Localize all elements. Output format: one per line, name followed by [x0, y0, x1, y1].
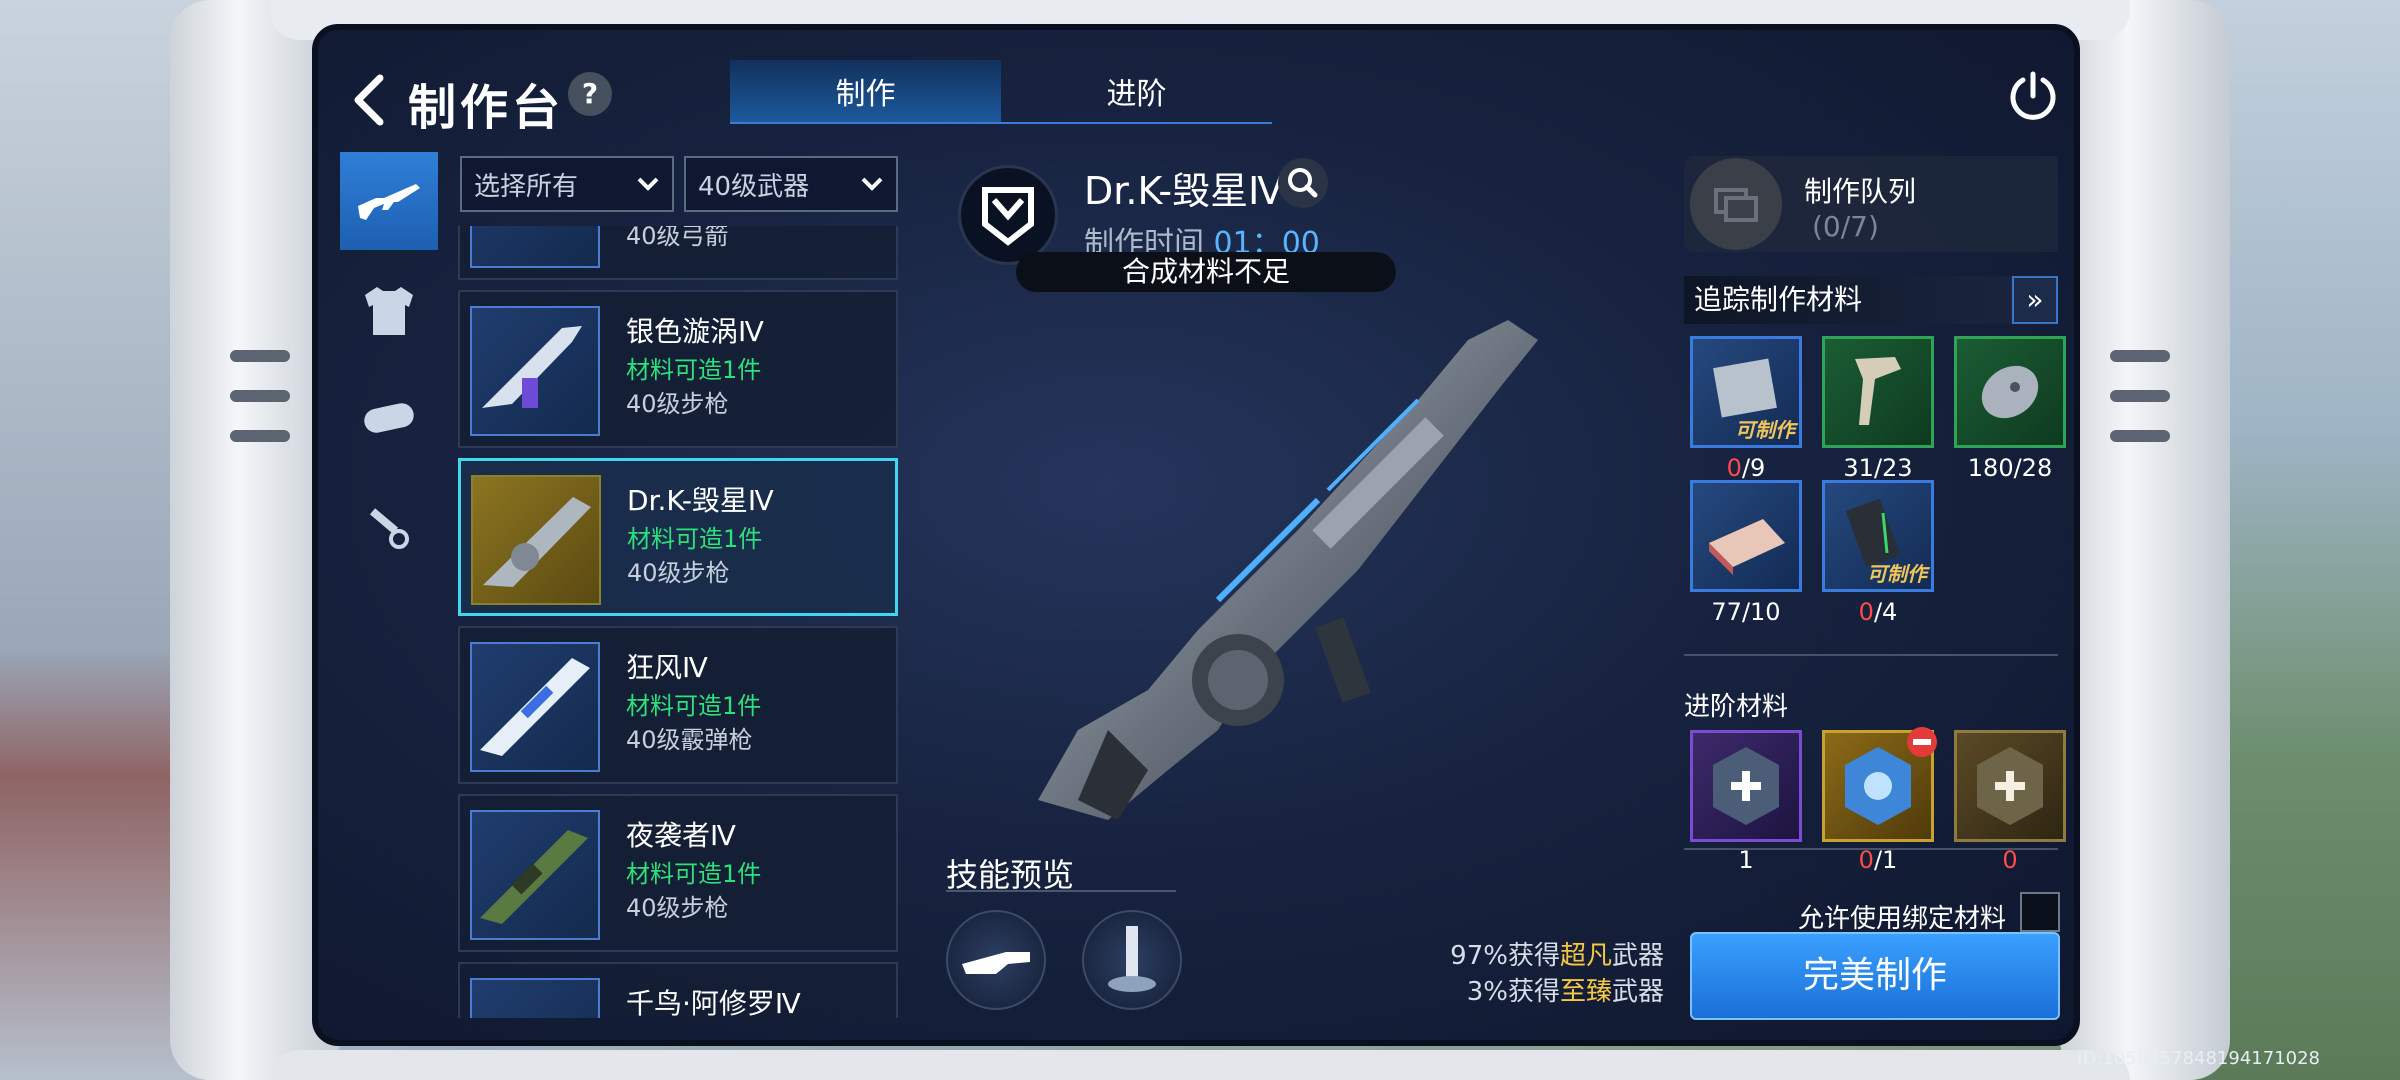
divider — [946, 890, 1176, 892]
user-id: ID:1058457848194171028 — [2077, 1048, 2320, 1069]
item-level: 40级弓箭 — [626, 226, 729, 250]
crafting-queue[interactable]: 制作队列 (0/7) — [1684, 156, 2058, 252]
power-icon[interactable] — [2006, 68, 2060, 122]
allow-bound-materials-checkbox[interactable] — [2020, 892, 2060, 932]
tab-craft[interactable]: 制作 — [730, 60, 1001, 122]
armor-icon — [365, 287, 413, 335]
queue-icon — [1690, 158, 1782, 250]
parts-icon — [369, 508, 409, 549]
category-weapons[interactable] — [340, 152, 438, 250]
material-count: 180/28 — [1967, 454, 2053, 482]
list-item[interactable]: 40级弓箭 — [458, 226, 898, 280]
material-count: 31/23 — [1843, 454, 1913, 482]
material-slot[interactable]: 可制作 — [1690, 336, 1802, 448]
category-parts[interactable] — [340, 476, 438, 574]
scroll-icon — [364, 403, 414, 433]
frame-bottom — [270, 1050, 2130, 1080]
faction-emblem-icon — [958, 165, 1058, 265]
perfect-craft-button[interactable]: 完美制作 — [1690, 932, 2060, 1020]
material-count: 0/1 — [1858, 846, 1898, 874]
crafting-panel: 制作台 ? 制作 进阶 选择所有 40级武器 40级弓箭 银色漩涡Ⅳ 材料可造1… — [312, 24, 2080, 1046]
quality-probability: 97%获得超凡武器 3%获得至臻武器 — [1450, 938, 1664, 1010]
rifle-thumbnail — [470, 306, 600, 436]
help-icon[interactable]: ? — [568, 72, 612, 116]
rifle-thumbnail — [470, 810, 600, 940]
list-item[interactable]: 狂风Ⅳ 材料可造1件 40级霰弹枪 — [458, 626, 898, 784]
rifle-thumbnail — [470, 978, 600, 1018]
advanced-materials-title: 进阶材料 — [1684, 692, 1789, 722]
advance-material-slot[interactable] — [1690, 730, 1802, 842]
material-count: 1 — [1738, 846, 1754, 874]
item-name: 银色漩涡Ⅳ — [626, 315, 764, 348]
material-count: 0/4 — [1858, 598, 1898, 626]
advance-material-slot[interactable] — [1822, 727, 1937, 842]
queue-count: (0/7) — [1812, 210, 1879, 243]
type-filter-value: 选择所有 — [474, 171, 579, 202]
advance-material-slot[interactable] — [1954, 730, 2066, 842]
chevron-down-icon — [861, 177, 883, 191]
craftable-tag: 可制作 — [1867, 562, 1927, 586]
allow-bound-materials-label: 允许使用绑定材料 — [1798, 904, 2007, 934]
page-title: 制作台 — [408, 80, 565, 136]
level-filter-value: 40级武器 — [698, 171, 810, 202]
list-item-selected[interactable]: Dr.K-毁星Ⅳ 材料可造1件 40级步枪 — [458, 458, 898, 616]
list-item[interactable]: 银色漩涡Ⅳ 材料可造1件 40级步枪 — [458, 290, 898, 448]
tab-advance[interactable]: 进阶 — [1001, 60, 1272, 122]
material-count: 0 — [2002, 846, 2018, 874]
material-slot[interactable]: 可制作 — [1822, 480, 1934, 592]
material-count: 0/9 — [1726, 454, 1766, 482]
chevron-down-icon — [637, 177, 659, 191]
list-item[interactable]: 夜袭者Ⅳ 材料可造1件 40级步枪 — [458, 794, 898, 952]
craftable-tag: 可制作 — [1735, 418, 1795, 442]
bow-thumbnail — [470, 226, 600, 268]
rifle-thumbnail — [471, 475, 601, 605]
insufficient-materials-warning: 合成材料不足 — [1016, 252, 1396, 292]
item-name: 夜袭者Ⅳ — [626, 819, 736, 852]
item-level: 40级步枪 — [627, 559, 730, 587]
level-filter-dropdown[interactable]: 40级武器 — [684, 156, 898, 212]
double-chevron-right-icon[interactable]: » — [2012, 276, 2058, 324]
weapon-list: 40级弓箭 银色漩涡Ⅳ 材料可造1件 40级步枪 Dr.K-毁星Ⅳ 材料可造1件… — [458, 226, 898, 1018]
divider — [1684, 848, 2058, 850]
item-level: 40级步枪 — [626, 390, 729, 418]
item-status: 材料可造1件 — [627, 525, 763, 553]
frame-right — [2060, 0, 2230, 1080]
tracking-materials-header: 追踪制作材料 » — [1684, 276, 2058, 324]
type-filter-dropdown[interactable]: 选择所有 — [460, 156, 674, 212]
item-name: 狂风Ⅳ — [626, 651, 708, 684]
material-slot[interactable] — [1690, 480, 1802, 592]
list-item[interactable]: 千鸟·阿修罗Ⅳ — [458, 962, 898, 1018]
divider — [1684, 654, 2058, 656]
tab-bar: 制作 进阶 — [730, 60, 1272, 124]
search-icon[interactable] — [1278, 158, 1328, 208]
material-slot[interactable] — [1822, 336, 1934, 448]
item-level: 40级步枪 — [626, 894, 729, 922]
item-name: 千鸟·阿修罗Ⅳ — [626, 987, 801, 1018]
tracking-title: 追踪制作材料 — [1694, 283, 1863, 316]
item-level: 40级霰弹枪 — [626, 726, 753, 754]
weapon-render — [1038, 320, 1538, 820]
skill-weapon-icon[interactable] — [946, 910, 1046, 1010]
item-status: 材料可造1件 — [626, 692, 762, 720]
probability-line-2: 3%获得至臻武器 — [1466, 977, 1664, 1007]
category-scroll[interactable] — [340, 370, 438, 468]
item-status: 材料可造1件 — [626, 356, 762, 384]
probability-line-1: 97%获得超凡武器 — [1450, 941, 1664, 971]
weapon-name: Dr.K-毁星Ⅳ — [1084, 169, 1284, 213]
queue-title: 制作队列 — [1804, 175, 1917, 208]
item-name: Dr.K-毁星Ⅳ — [627, 484, 774, 517]
shotgun-thumbnail — [470, 642, 600, 772]
material-count: 77/10 — [1711, 598, 1781, 626]
material-slot[interactable] — [1954, 336, 2066, 448]
item-status: 材料可造1件 — [626, 860, 762, 888]
skill-beam-icon[interactable] — [1082, 910, 1182, 1010]
category-armor[interactable] — [340, 262, 438, 360]
remove-icon[interactable] — [1905, 725, 1939, 759]
back-arrow-icon[interactable] — [348, 70, 388, 130]
rifle-icon — [358, 184, 420, 220]
